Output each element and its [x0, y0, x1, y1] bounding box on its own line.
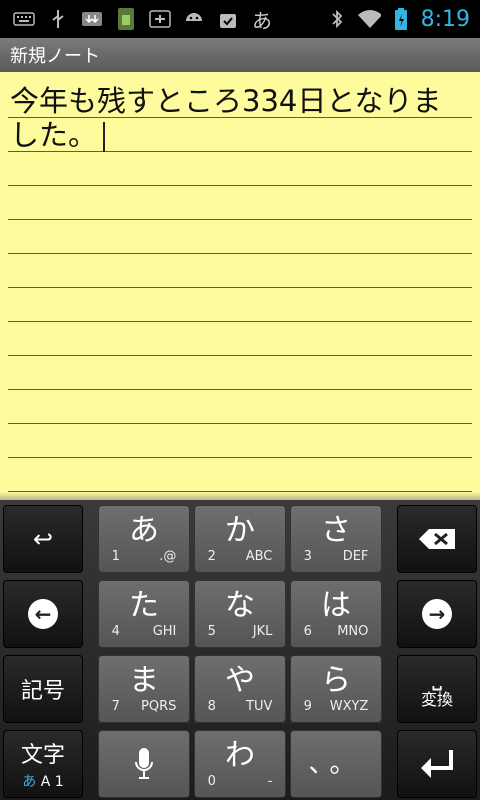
mode-alpha-indicator: A: [40, 774, 51, 790]
key-ma[interactable]: ま 7 PQRS: [98, 655, 190, 723]
key-num: 9: [303, 698, 312, 714]
key-kana: は: [321, 587, 351, 623]
input-mode-label: 文字: [20, 743, 65, 768]
usb-icon: [46, 8, 70, 30]
note-bottom-shadow: [0, 492, 480, 500]
key-sub: -: [267, 773, 273, 789]
key-kana: ら: [321, 662, 351, 698]
flick-keyboard: ↩ あ 1 .@ か 2 ABC さ 3 DEF ← た 4 GHI な 5 JKL は …: [0, 500, 480, 800]
battery-save-icon: [148, 8, 172, 30]
key-ta[interactable]: た 4 GHI: [98, 580, 190, 648]
input-mode-key[interactable]: 文字 あ A 1: [3, 730, 83, 798]
shopping-bag-icon: [216, 8, 240, 30]
page-title: 新規ノート: [10, 46, 100, 67]
key-sub: ABC: [245, 548, 273, 564]
backspace-icon: [419, 529, 455, 549]
status-bar: あ 8:19: [0, 0, 480, 38]
key-sub: GHI: [152, 623, 177, 639]
cursor-right-key[interactable]: →: [397, 580, 477, 648]
sd-card-icon: [114, 8, 138, 30]
key-a[interactable]: あ 1 .@: [98, 505, 190, 573]
key-sub: .@: [159, 548, 177, 564]
key-num: 8: [207, 698, 216, 714]
key-num: 6: [303, 623, 312, 639]
backspace-key[interactable]: [397, 505, 477, 573]
space-icon: ⎵: [432, 663, 442, 691]
bluetooth-icon: [325, 8, 349, 30]
cursor-left-key[interactable]: ←: [3, 580, 83, 648]
note-text-area[interactable]: 今年も残すところ334日となりました。: [10, 84, 470, 152]
key-num: 4: [111, 623, 120, 639]
android-icon: [182, 8, 206, 30]
download-icon: [80, 8, 104, 30]
keyboard-icon: [12, 8, 36, 30]
symbol-key-label: 記号: [20, 679, 65, 704]
note-editor[interactable]: 今年も残すところ334日となりました。: [0, 72, 480, 500]
arrow-left-icon: ←: [28, 599, 58, 629]
key-sub: MNO: [337, 623, 369, 639]
title-bar: 新規ノート: [0, 38, 480, 72]
wifi-icon: [357, 8, 381, 30]
enter-icon: [421, 750, 453, 778]
key-num: 3: [303, 548, 312, 564]
key-kana: さ: [321, 512, 351, 548]
key-sa[interactable]: さ 3 DEF: [290, 505, 382, 573]
key-sub: WXYZ: [329, 698, 369, 714]
key-ra[interactable]: ら 9 WXYZ: [290, 655, 382, 723]
key-sub: PQRS: [141, 698, 177, 714]
key-kana: わ: [225, 737, 255, 773]
punctuation-label: 、。: [308, 749, 364, 779]
convert-key-label: 変換: [420, 690, 453, 709]
undo-icon: ↩: [32, 525, 54, 553]
key-kana: あ: [129, 512, 159, 548]
key-sub: JKL: [252, 623, 273, 639]
key-kana: か: [225, 512, 255, 548]
key-kana: や: [225, 662, 255, 698]
undo-key[interactable]: ↩: [3, 505, 83, 573]
mode-num-indicator: 1: [54, 774, 64, 790]
key-na[interactable]: な 5 JKL: [194, 580, 286, 648]
key-num: 1: [111, 548, 120, 564]
hiragana-input-icon: あ: [252, 8, 272, 33]
note-text: 今年も残すところ334日となりました。: [10, 84, 442, 152]
key-ya[interactable]: や 8 TUV: [194, 655, 286, 723]
status-time: 8:19: [420, 6, 470, 32]
key-num: 0: [207, 773, 216, 789]
key-kana: た: [129, 587, 159, 623]
key-kana: な: [225, 587, 255, 623]
key-num: 5: [207, 623, 216, 639]
convert-key[interactable]: ⎵ 変換: [397, 655, 477, 723]
punctuation-key[interactable]: 、。: [290, 730, 382, 798]
key-ha[interactable]: は 6 MNO: [290, 580, 382, 648]
text-cursor: [103, 122, 106, 152]
arrow-right-icon: →: [422, 599, 452, 629]
symbol-key[interactable]: 記号: [3, 655, 83, 723]
key-sub: TUV: [246, 698, 273, 714]
key-wa[interactable]: わ 0 -: [194, 730, 286, 798]
battery-icon: [389, 8, 413, 30]
key-num: 2: [207, 548, 216, 564]
key-ka[interactable]: か 2 ABC: [194, 505, 286, 573]
voice-input-key[interactable]: [98, 730, 190, 798]
microphone-icon: [135, 748, 153, 779]
key-kana: ま: [129, 662, 159, 698]
mode-kana-indicator: あ: [22, 774, 37, 790]
key-sub: DEF: [342, 548, 369, 564]
enter-key[interactable]: [397, 730, 477, 798]
key-num: 7: [111, 698, 120, 714]
